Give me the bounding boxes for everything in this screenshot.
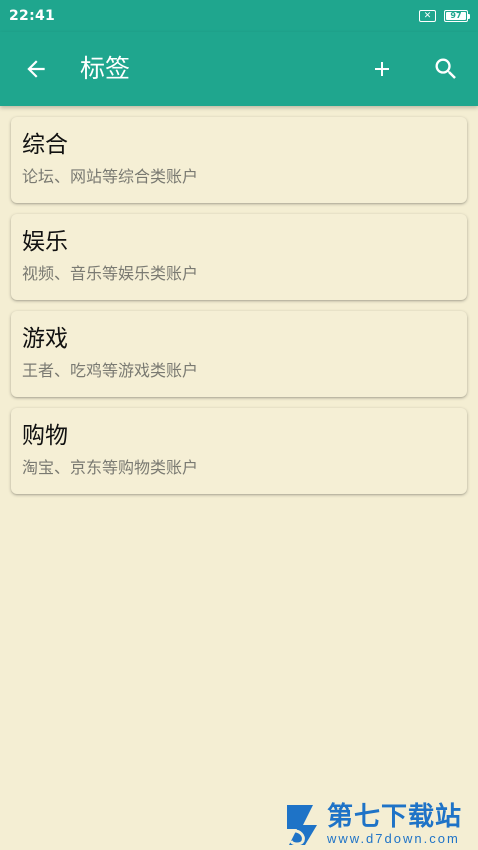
search-icon bbox=[435, 58, 456, 79]
page-title: 标签 bbox=[80, 54, 131, 83]
status-icons: ✕ 97 bbox=[419, 10, 470, 22]
tag-description: 视频、音乐等娱乐类账户 bbox=[22, 264, 199, 283]
watermark-logo-icon bbox=[287, 805, 317, 846]
search-button[interactable] bbox=[431, 54, 461, 84]
tag-card-entertainment[interactable]: 娱乐 视频、音乐等娱乐类账户 bbox=[11, 214, 467, 300]
tag-card-general[interactable]: 综合 论坛、网站等综合类账户 bbox=[11, 117, 467, 203]
tag-name: 游戏 bbox=[22, 326, 68, 352]
plus-icon bbox=[375, 62, 389, 76]
back-button[interactable] bbox=[22, 55, 50, 83]
watermark-url: www.d7down.com bbox=[327, 831, 460, 846]
tag-list: 综合 论坛、网站等综合类账户 娱乐 视频、音乐等娱乐类账户 游戏 王者、吃鸡等游… bbox=[11, 117, 467, 505]
watermark-name: 第七下载站 bbox=[327, 802, 463, 832]
sim-none-icon: ✕ bbox=[419, 10, 436, 22]
tag-name: 购物 bbox=[22, 423, 68, 449]
tag-description: 淘宝、京东等购物类账户 bbox=[22, 458, 199, 477]
status-time: 22:41 bbox=[9, 8, 56, 24]
battery-icon: 97 bbox=[444, 10, 470, 22]
tag-name: 娱乐 bbox=[22, 229, 68, 255]
status-bar: 22:41 ✕ 97 bbox=[0, 0, 478, 32]
arrow-back-icon bbox=[27, 60, 45, 78]
battery-level: 97 bbox=[446, 12, 466, 20]
tag-description: 王者、吃鸡等游戏类账户 bbox=[22, 361, 199, 380]
tag-card-games[interactable]: 游戏 王者、吃鸡等游戏类账户 bbox=[11, 311, 467, 397]
app-bar: 标签 bbox=[0, 32, 478, 106]
tag-description: 论坛、网站等综合类账户 bbox=[22, 167, 199, 186]
tag-name: 综合 bbox=[22, 132, 68, 158]
tag-card-shopping[interactable]: 购物 淘宝、京东等购物类账户 bbox=[11, 408, 467, 494]
watermark: 第七下载站 www.d7down.com bbox=[283, 800, 475, 848]
add-tag-button[interactable] bbox=[368, 55, 396, 83]
